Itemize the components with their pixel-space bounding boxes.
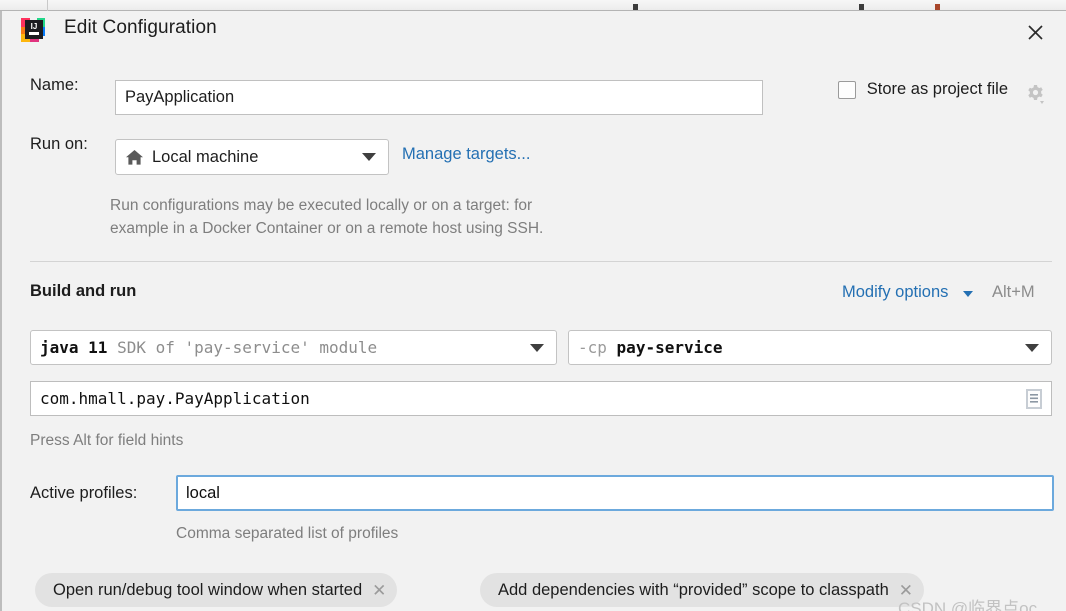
sdk-secondary-label: SDK of 'pay-service' module: [117, 338, 378, 357]
page-title: Edit Configuration: [64, 17, 217, 38]
checkbox-box[interactable]: [837, 80, 856, 99]
store-as-project-file-label: Store as project file: [866, 80, 1008, 98]
active-profiles-hint: Comma separated list of profiles: [176, 525, 399, 542]
edit-configuration-dialog: IJ Edit Configuration Name: Store as pro…: [0, 11, 1066, 611]
modify-options-shortcut: Alt+M: [992, 283, 1035, 301]
background-marker-2: [859, 4, 864, 10]
modify-options-link[interactable]: Modify options: [842, 283, 948, 302]
chevron-down-icon[interactable]: [963, 291, 973, 297]
close-icon[interactable]: [1020, 17, 1050, 47]
home-icon: [125, 148, 144, 167]
name-input[interactable]: [115, 80, 763, 115]
background-window-strip: [0, 0, 1066, 11]
edit-configuration-dialog-screen: IJ Edit Configuration Name: Store as pro…: [0, 0, 1066, 611]
build-and-run-section-title: Build and run: [30, 282, 137, 300]
option-chip-add-provided-dependencies[interactable]: Add dependencies with “provided” scope t…: [480, 573, 924, 607]
classpath-module-dropdown[interactable]: -cp pay-service: [568, 330, 1052, 365]
gear-icon[interactable]: [1024, 83, 1048, 107]
chevron-down-icon: [362, 153, 376, 161]
intellij-idea-icon: IJ: [19, 16, 47, 44]
manage-targets-link[interactable]: Manage targets...: [402, 145, 530, 164]
run-on-description-line1: Run configurations may be executed local…: [110, 197, 533, 214]
sdk-primary-label: java 11: [40, 338, 108, 357]
option-chip-label: Add dependencies with “provided” scope t…: [498, 580, 889, 599]
jre-sdk-dropdown[interactable]: java 11 SDK of 'pay-service' module: [30, 330, 557, 365]
field-hint-text: Press Alt for field hints: [30, 432, 184, 449]
active-profiles-label: Active profiles:: [30, 484, 138, 502]
classpath-prefix-label: -cp: [578, 338, 607, 357]
background-tab-divider: [47, 0, 48, 11]
svg-text:IJ: IJ: [31, 22, 38, 31]
option-chip-open-run-debug-tool-window[interactable]: Open run/debug tool window when started …: [35, 573, 398, 607]
store-as-project-file-checkbox[interactable]: Store as project file: [837, 80, 1008, 99]
close-icon[interactable]: ✕: [899, 582, 913, 599]
run-on-label: Run on:: [30, 135, 88, 153]
dialog-titlebar: IJ Edit Configuration: [2, 11, 1066, 63]
run-on-description-line2: example in a Docker Container or on a re…: [110, 220, 544, 237]
list-browse-icon[interactable]: [1017, 382, 1050, 415]
chevron-down-icon: [1025, 343, 1039, 352]
run-on-target-dropdown[interactable]: Local machine: [115, 139, 389, 175]
close-icon[interactable]: ✕: [372, 582, 386, 599]
background-marker-1: [633, 4, 638, 10]
name-label: Name:: [30, 76, 79, 94]
active-profiles-input[interactable]: [176, 475, 1054, 511]
option-chip-label: Open run/debug tool window when started: [53, 580, 363, 599]
background-marker-3: [935, 4, 940, 10]
chevron-down-icon: [530, 343, 544, 352]
classpath-module-label: pay-service: [616, 338, 723, 357]
main-class-field: [30, 381, 1052, 416]
run-on-selected-value: Local machine: [152, 147, 259, 166]
section-separator: [30, 261, 1052, 262]
main-class-input[interactable]: [31, 382, 1017, 415]
